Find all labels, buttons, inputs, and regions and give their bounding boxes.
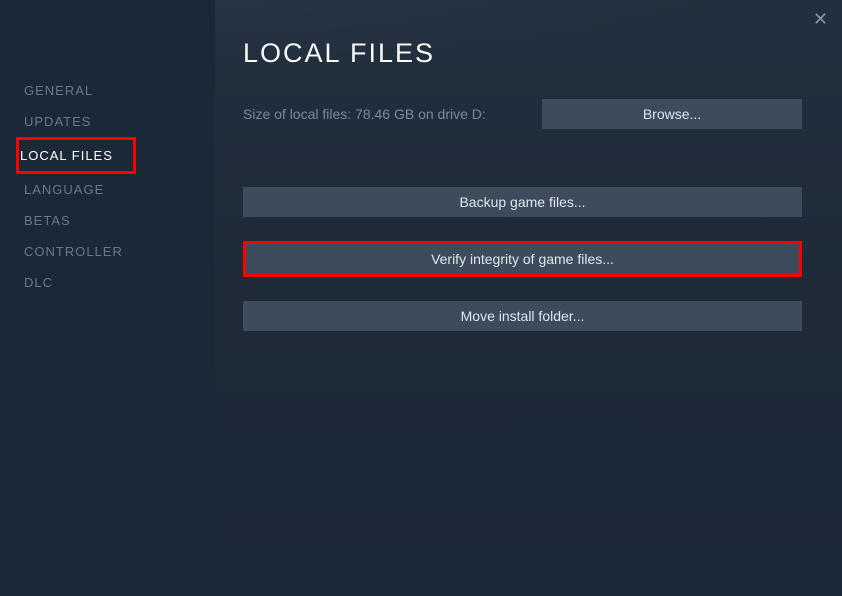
page-title: LOCAL FILES bbox=[243, 38, 802, 69]
verify-integrity-highlight: Verify integrity of game files... bbox=[243, 241, 802, 277]
sidebar-item-general[interactable]: GENERAL bbox=[20, 75, 215, 106]
verify-integrity-button[interactable]: Verify integrity of game files... bbox=[246, 244, 799, 274]
sidebar: GENERAL UPDATES LOCAL FILES LANGUAGE BET… bbox=[0, 0, 215, 596]
sidebar-item-local-files[interactable]: LOCAL FILES bbox=[16, 137, 136, 174]
move-install-folder-button[interactable]: Move install folder... bbox=[243, 301, 802, 331]
sidebar-item-updates[interactable]: UPDATES bbox=[20, 106, 215, 137]
sidebar-item-dlc[interactable]: DLC bbox=[20, 267, 215, 298]
sidebar-item-language[interactable]: LANGUAGE bbox=[20, 174, 215, 205]
browse-button[interactable]: Browse... bbox=[542, 99, 802, 129]
local-files-size-text: Size of local files: 78.46 GB on drive D… bbox=[243, 106, 486, 122]
close-icon[interactable]: ✕ bbox=[813, 10, 828, 28]
main-panel: ✕ LOCAL FILES Size of local files: 78.46… bbox=[215, 0, 842, 596]
sidebar-item-controller[interactable]: CONTROLLER bbox=[20, 236, 215, 267]
size-info-row: Size of local files: 78.46 GB on drive D… bbox=[243, 99, 802, 129]
backup-game-files-button[interactable]: Backup game files... bbox=[243, 187, 802, 217]
sidebar-item-betas[interactable]: BETAS bbox=[20, 205, 215, 236]
